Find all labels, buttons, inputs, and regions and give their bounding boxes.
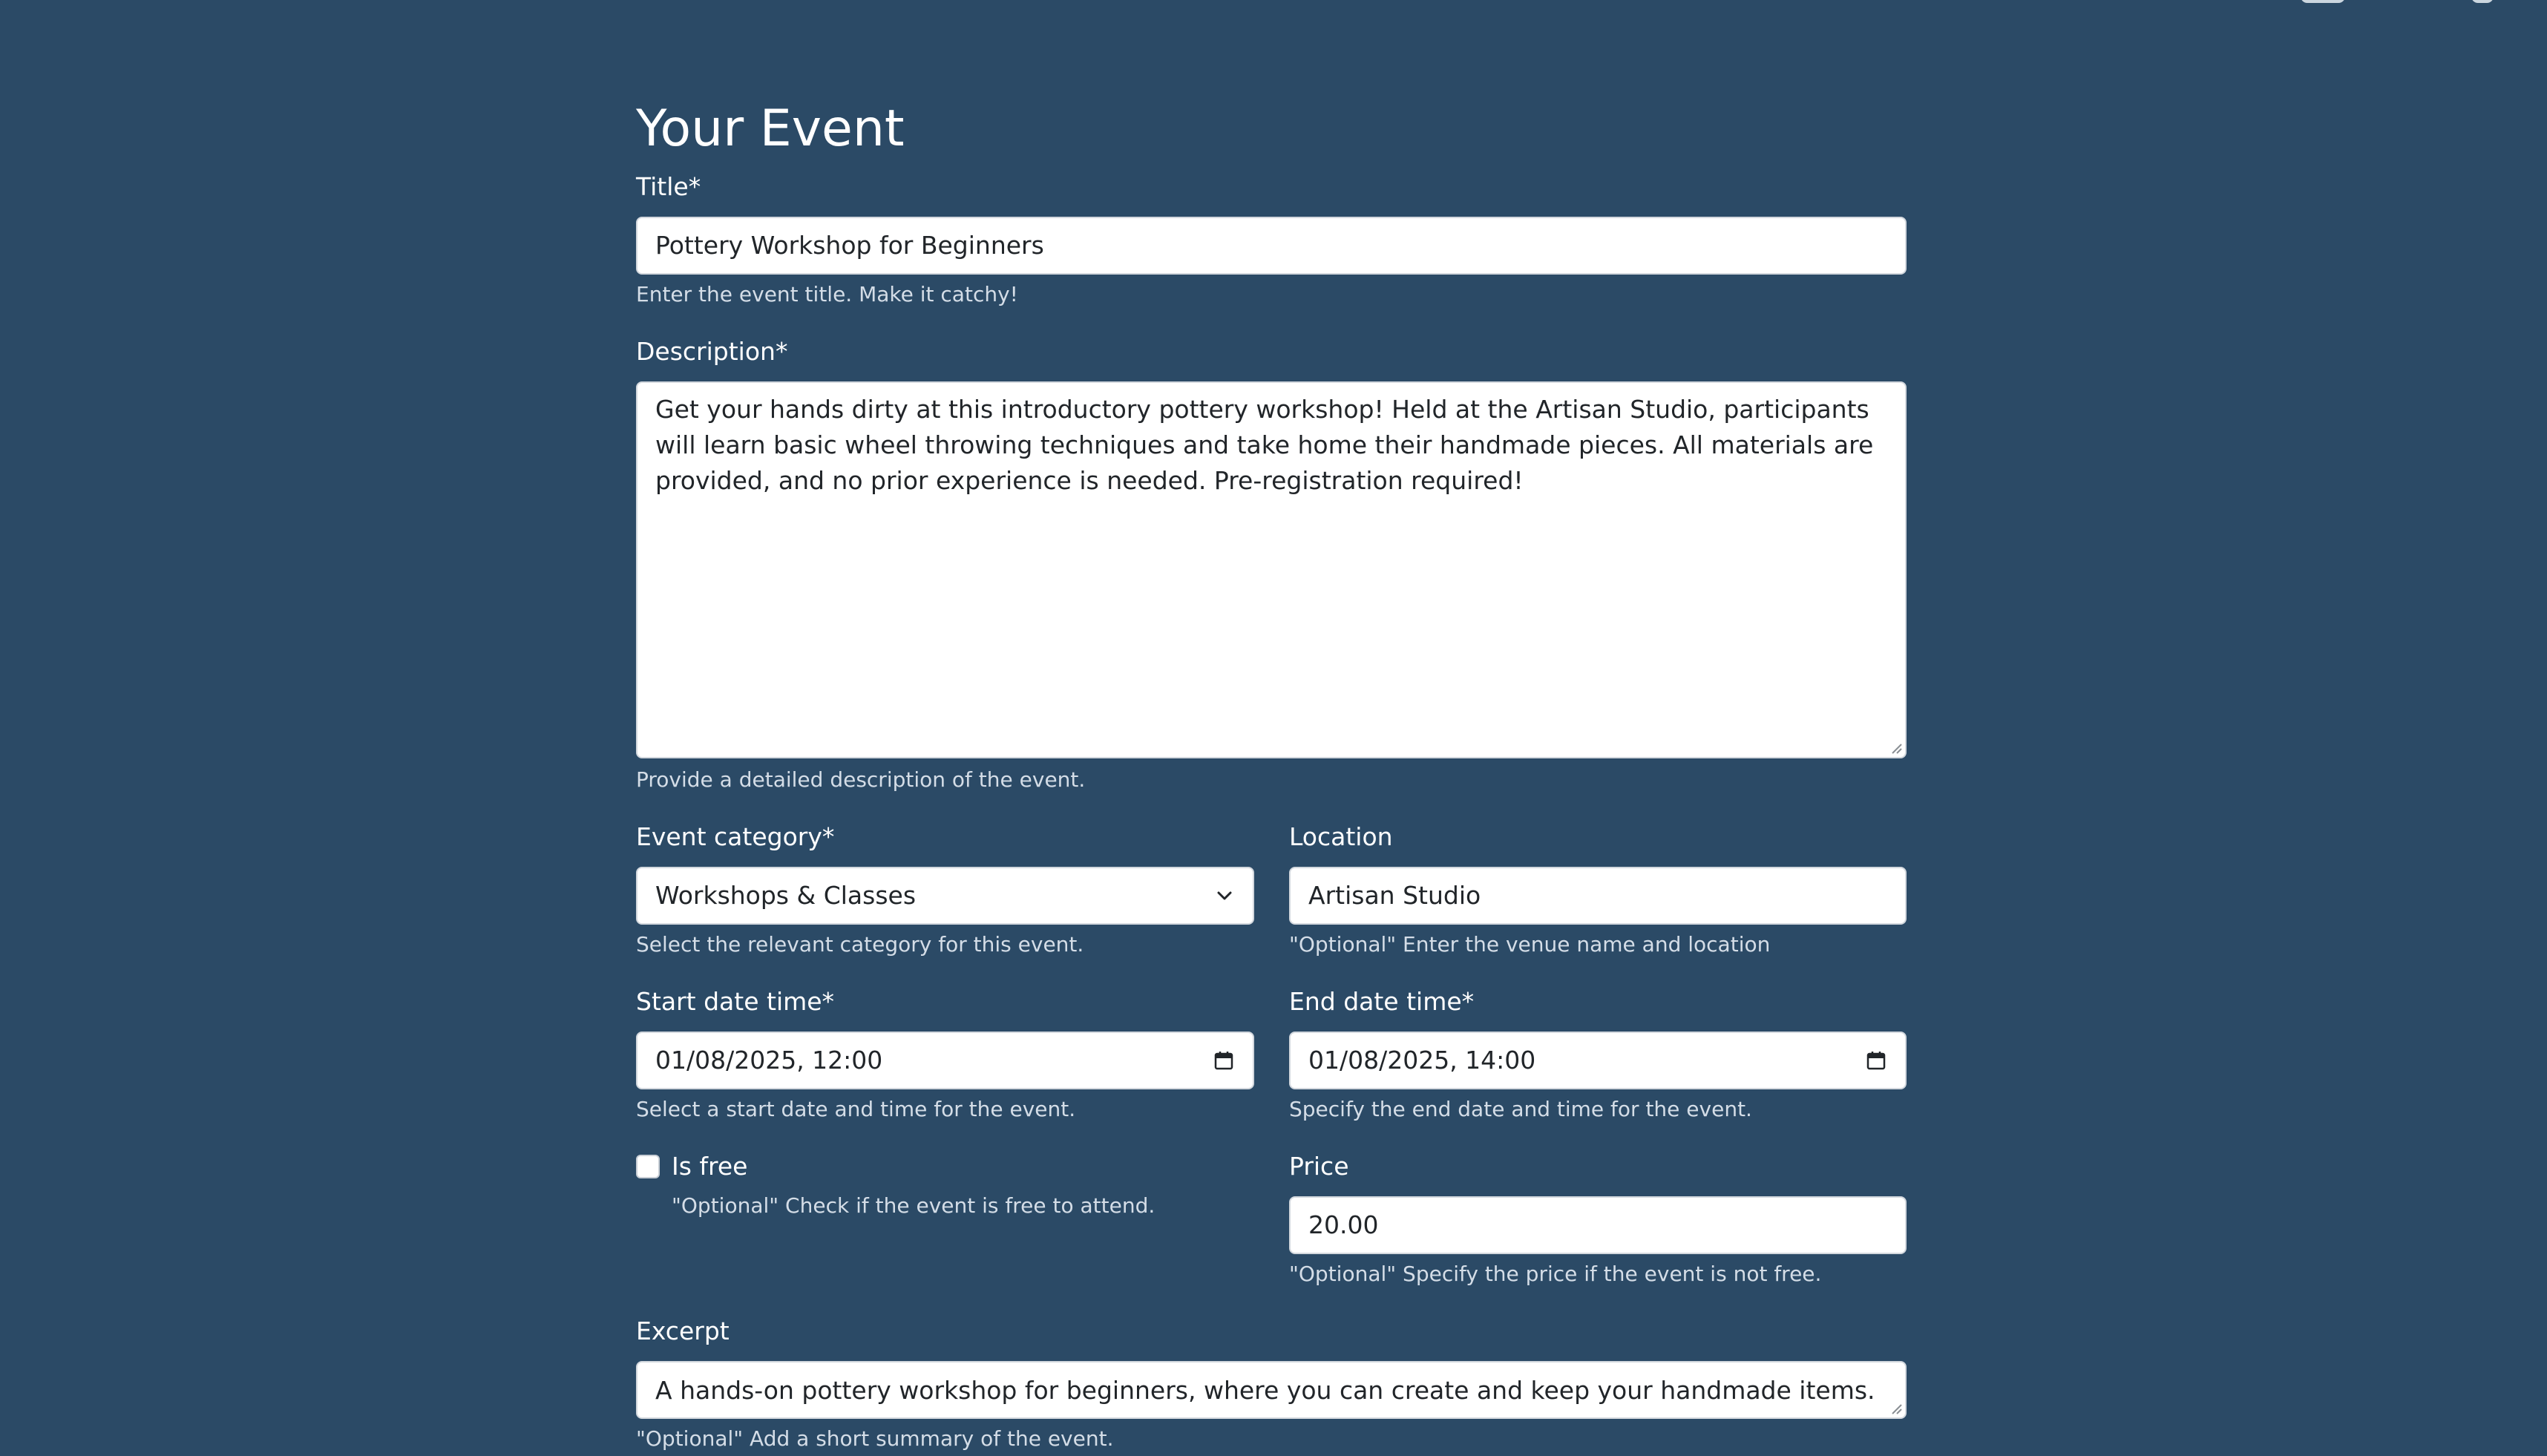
description-label: Description* — [636, 337, 788, 366]
description-textarea-value: Get your hands dirty at this introductor… — [655, 395, 1874, 495]
start-datetime-value: 01/08/2025, 12:00 — [655, 1046, 883, 1075]
excerpt-textarea-value: A hands-on pottery workshop for beginner… — [655, 1376, 1875, 1405]
resize-grip-icon[interactable] — [1889, 1401, 1902, 1414]
start-datetime-label: Start date time* — [636, 987, 835, 1016]
is-free-checkbox[interactable] — [636, 1155, 660, 1178]
excerpt-help: "Optional" Add a short summary of the ev… — [636, 1426, 1114, 1451]
is-free-label[interactable]: Is free — [672, 1150, 747, 1183]
location-label: Location — [1289, 822, 1393, 851]
top-nav-fragment-right — [2471, 0, 2494, 3]
description-textarea[interactable]: Get your hands dirty at this introductor… — [636, 381, 1907, 758]
location-input-value: Artisan Studio — [1308, 881, 1481, 910]
category-select[interactable]: Workshops & Classes — [636, 867, 1254, 925]
end-datetime-label: End date time* — [1289, 987, 1475, 1016]
page-title: Your Event — [636, 99, 905, 158]
title-help: Enter the event title. Make it catchy! — [636, 282, 1018, 306]
category-help: Select the relevant category for this ev… — [636, 932, 1084, 957]
calendar-icon[interactable] — [1865, 1049, 1887, 1072]
top-nav-fragment-left — [2301, 0, 2345, 3]
title-input[interactable]: Pottery Workshop for Beginners — [636, 217, 1907, 275]
location-help: "Optional" Enter the venue name and loca… — [1289, 932, 1771, 957]
title-input-value: Pottery Workshop for Beginners — [655, 231, 1044, 260]
price-help: "Optional" Specify the price if the even… — [1289, 1262, 1822, 1286]
start-datetime-input[interactable]: 01/08/2025, 12:00 — [636, 1032, 1254, 1089]
description-help: Provide a detailed description of the ev… — [636, 767, 1086, 792]
start-datetime-help: Select a start date and time for the eve… — [636, 1097, 1076, 1121]
end-datetime-input[interactable]: 01/08/2025, 14:00 — [1289, 1032, 1907, 1089]
title-label: Title* — [636, 172, 701, 201]
is-free-help: "Optional" Check if the event is free to… — [672, 1193, 1156, 1218]
calendar-icon[interactable] — [1213, 1049, 1235, 1072]
excerpt-textarea[interactable]: A hands-on pottery workshop for beginner… — [636, 1361, 1907, 1419]
end-datetime-value: 01/08/2025, 14:00 — [1308, 1046, 1536, 1075]
category-select-value: Workshops & Classes — [655, 881, 917, 910]
price-label: Price — [1289, 1152, 1349, 1181]
resize-grip-icon[interactable] — [1889, 741, 1902, 754]
chevron-down-icon — [1217, 891, 1232, 900]
location-input[interactable]: Artisan Studio — [1289, 867, 1907, 925]
excerpt-label: Excerpt — [636, 1316, 730, 1345]
category-label: Event category* — [636, 822, 835, 851]
end-datetime-help: Specify the end date and time for the ev… — [1289, 1097, 1752, 1121]
price-input[interactable]: 20.00 — [1289, 1196, 1907, 1254]
price-input-value: 20.00 — [1308, 1210, 1379, 1239]
